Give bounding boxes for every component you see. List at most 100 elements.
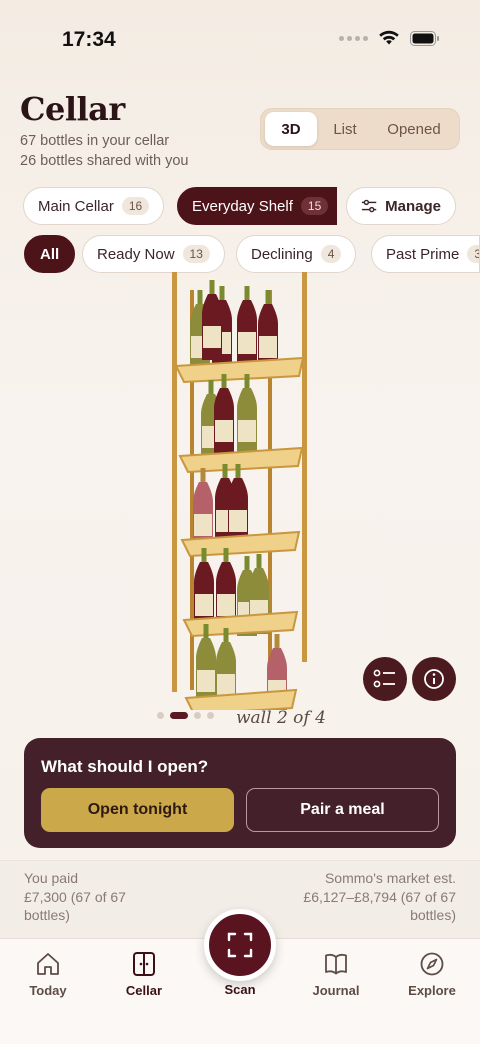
- filter-chip-label: Past Prime: [386, 245, 460, 263]
- paid-label: You paid: [24, 870, 78, 886]
- tab-label: Cellar: [125, 983, 163, 998]
- tab-label: Explore: [408, 983, 456, 998]
- wine-bottle-2-2-label: [229, 510, 247, 532]
- tab-bar: Today Cellar Scan Journal Explore: [0, 909, 480, 1044]
- checklist-icon: [373, 669, 395, 688]
- wine-bottle-0-3-label: [259, 336, 277, 358]
- manage-button[interactable]: Manage: [346, 187, 456, 225]
- wall-label: wall 2 of 4: [236, 708, 326, 728]
- view-3d-button[interactable]: 3D: [265, 112, 317, 146]
- wine-bottle-0-2-label: [238, 332, 256, 354]
- shared-count-text: 26 bottles shared with you: [20, 153, 189, 169]
- shelf-chip-count: 15: [300, 197, 329, 215]
- info-button[interactable]: [412, 657, 456, 701]
- shelf-chip-everyday-shelf[interactable]: Everyday Shelf 15: [177, 187, 337, 225]
- tab-label: Journal: [312, 983, 360, 998]
- paid-value: £7,300 (67 of 67 bottles): [24, 889, 126, 923]
- shelf-chip-label: Main Cellar: [38, 197, 114, 215]
- sliders-icon: [361, 199, 377, 213]
- compass-icon: [420, 952, 444, 976]
- wine-bottle-3-0-capsule: [201, 548, 207, 564]
- wine-bottle-3-2-capsule: [244, 556, 250, 572]
- filter-chip-ready-now[interactable]: Ready Now 13: [82, 235, 225, 273]
- filter-chip-label: Ready Now: [97, 245, 175, 263]
- filter-chip-count: 4: [320, 245, 342, 263]
- wine-bottle-0-4-label: [203, 326, 221, 348]
- shelf-chip-main-cellar[interactable]: Main Cellar 16: [23, 187, 165, 225]
- status-time: 17:34: [62, 28, 116, 51]
- wine-bottle-1-2-capsule: [244, 374, 250, 390]
- checklist-button[interactable]: [363, 657, 407, 701]
- book-icon: [325, 953, 347, 975]
- rack-post: [302, 272, 307, 662]
- filter-chip-count: 13: [182, 245, 210, 263]
- wine-bottle-2-1-capsule: [222, 464, 228, 480]
- page-title: Cellar: [20, 90, 125, 128]
- info-icon: [424, 669, 444, 689]
- open-tonight-button[interactable]: Open tonight: [41, 788, 234, 832]
- filter-chip-label: Declining: [251, 245, 313, 263]
- wine-bottle-0-2-capsule: [244, 286, 250, 302]
- tab-label: Today: [29, 983, 67, 998]
- wine-bottle-4-1-capsule: [223, 628, 229, 644]
- wine-rack-illustration: [172, 272, 307, 716]
- wine-bottle-0-1-capsule: [219, 286, 225, 302]
- card-title: What should I open?: [41, 757, 209, 776]
- battery-icon: [410, 30, 439, 46]
- pager-dot[interactable]: [207, 712, 214, 719]
- home-icon: [37, 953, 59, 975]
- wine-bottle-1-2-label: [238, 420, 256, 442]
- rack-shelf: [178, 446, 304, 474]
- scan-icon: [227, 932, 253, 958]
- tab-explore[interactable]: Explore: [392, 951, 472, 998]
- manage-label: Manage: [385, 197, 441, 215]
- pair-a-meal-button[interactable]: Pair a meal: [246, 788, 439, 832]
- wine-bottle-4-1-label: [217, 674, 235, 696]
- filter-chip-label: All: [40, 245, 60, 263]
- filter-chip-declining[interactable]: Declining 4: [236, 235, 357, 273]
- tab-journal[interactable]: Journal: [296, 951, 376, 998]
- wine-bottle-4-0-capsule: [203, 624, 209, 640]
- wine-bottle-1-1-label: [215, 420, 233, 442]
- filter-chip-count: 3: [467, 245, 479, 263]
- wine-bottle-1-1-capsule: [221, 374, 227, 390]
- scan-button[interactable]: [204, 909, 276, 981]
- status-bar: 17:34: [0, 0, 480, 78]
- wine-bottle-2-0-label: [194, 514, 212, 536]
- market-estimate-value: £6,127–£8,794 (67 of 67 bottles): [303, 889, 456, 923]
- signal-dots-icon: [339, 35, 368, 41]
- wine-bottle-4-0-label: [197, 670, 215, 692]
- pager-dot-active[interactable]: [170, 712, 188, 719]
- wine-bottle-2-0-capsule: [200, 468, 206, 484]
- tab-today[interactable]: Today: [8, 951, 88, 998]
- tab-cellar[interactable]: Cellar: [104, 951, 184, 998]
- pager-dot[interactable]: [194, 712, 201, 719]
- wine-bottle-0-3-capsule: [265, 290, 271, 306]
- wine-bottle-0-0-capsule: [197, 290, 203, 306]
- wall-pager[interactable]: [157, 712, 214, 719]
- wine-bottle-1-0-capsule: [208, 380, 214, 396]
- market-estimate-label: Sommo's market est.: [324, 870, 456, 886]
- wifi-icon: [379, 30, 399, 45]
- wine-bottle-3-1-capsule: [223, 548, 229, 564]
- shelf-chip-label: Everyday Shelf: [192, 197, 293, 215]
- wine-bottle-2-2-capsule: [235, 464, 241, 480]
- filter-chip-past-prime[interactable]: Past Prime 3: [371, 235, 480, 273]
- filter-chip-all[interactable]: All: [24, 235, 76, 273]
- rack-post: [172, 272, 177, 692]
- what-to-open-card: What should I open? Open tonight Pair a …: [24, 738, 456, 848]
- status-icons: [339, 30, 440, 46]
- wine-bottle-0-4-capsule: [209, 280, 215, 296]
- cellar-icon: [133, 952, 155, 976]
- shelf-chip-count: 16: [121, 197, 150, 215]
- pager-dot[interactable]: [157, 712, 164, 719]
- tab-scan-label[interactable]: Scan: [200, 982, 280, 997]
- wine-rack-3d-view[interactable]: [0, 270, 480, 716]
- view-opened-button[interactable]: Opened: [373, 112, 455, 146]
- wine-bottle-3-0-label: [195, 594, 213, 616]
- bottle-count-text: 67 bottles in your cellar: [20, 133, 170, 149]
- view-toggle: 3D List Opened: [260, 108, 460, 150]
- wine-bottle-3-3-capsule: [256, 554, 262, 570]
- view-list-button[interactable]: List: [317, 112, 373, 146]
- wine-bottle-3-1-label: [217, 594, 235, 616]
